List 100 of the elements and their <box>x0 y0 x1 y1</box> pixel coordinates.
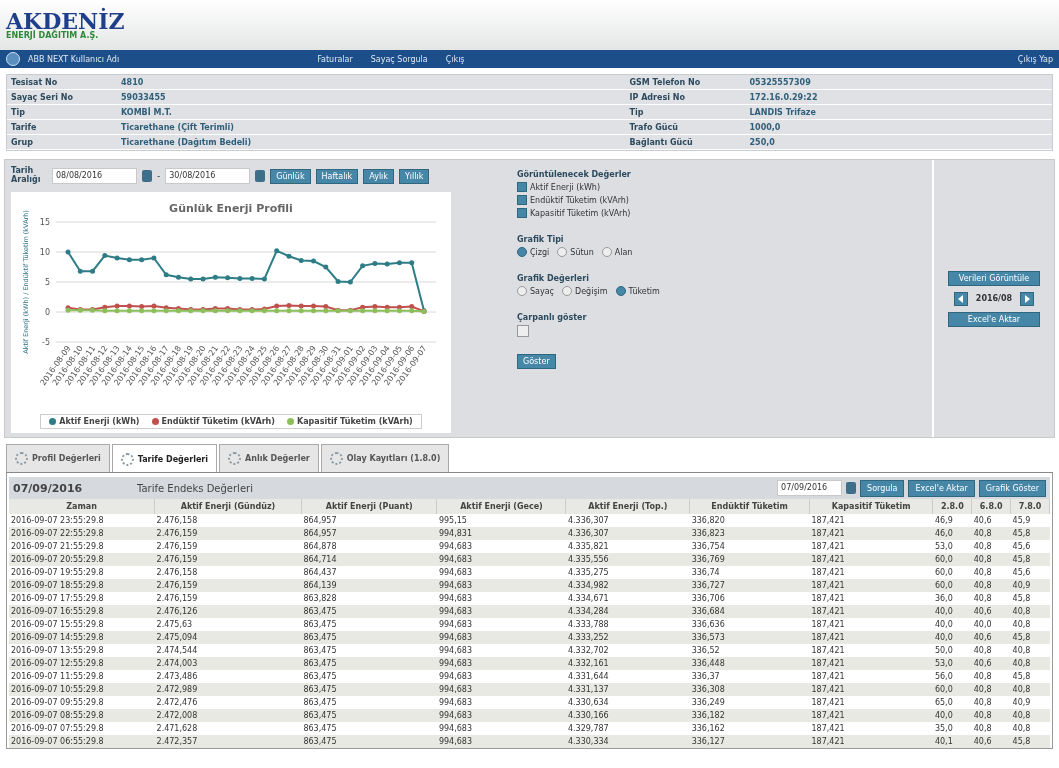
info-value: Ticarethane (Dağıtım Bedeli) <box>121 137 252 147</box>
period-button[interactable]: Yıllık <box>399 168 430 184</box>
table-cell: 994,831 <box>438 529 473 538</box>
date-field[interactable]: 07/09/2016 <box>777 480 843 496</box>
table-cell: 994,683 <box>438 646 473 655</box>
table-cell: 4.335,821 <box>567 542 609 551</box>
checkbox[interactable] <box>517 208 527 218</box>
checkbox[interactable] <box>517 182 527 192</box>
table-cell: 2016-09-07 22:55:29.8 <box>11 529 104 538</box>
radio-button[interactable] <box>601 247 612 257</box>
table-cell: 4.331,644 <box>567 672 609 681</box>
radio-button[interactable] <box>517 247 527 257</box>
next-button[interactable] <box>1020 291 1035 306</box>
table-cell: 336,754 <box>691 542 725 551</box>
nav-link[interactable]: Faturalar <box>317 54 353 64</box>
y-tick-label: 0 <box>44 308 50 317</box>
table-cell: 45,6 <box>1012 568 1031 577</box>
table-cell: 2.476,126 <box>156 607 198 616</box>
user-label: ABB NEXT Kullanıcı Adı <box>28 54 120 64</box>
table-cell: 4.332,161 <box>567 659 609 668</box>
date-range-label: Tarih Aralığı <box>11 167 42 185</box>
period-button[interactable]: Günlük <box>270 168 311 184</box>
table-cell: 40,8 <box>973 698 992 707</box>
date-field[interactable]: 08/08/2016 <box>52 168 137 184</box>
view-button[interactable]: Verileri Görüntüle <box>948 270 1040 286</box>
apply-button[interactable]: Göster <box>517 354 556 369</box>
table-cell: 40,8 <box>973 685 992 694</box>
table-cell: 994,683 <box>438 698 473 707</box>
tab[interactable]: Anlık Değerler <box>219 444 319 472</box>
table-cell: 994,683 <box>438 724 473 733</box>
table-cell: 863,475 <box>303 620 337 629</box>
radio-button[interactable] <box>517 286 527 296</box>
table-cell: 187,421 <box>811 594 845 603</box>
table-cell: 4.332,702 <box>567 646 609 655</box>
table-cell: 4.333,788 <box>567 620 609 629</box>
export-button[interactable]: Excel'e Aktar <box>948 311 1040 327</box>
table-cell: 40,8 <box>973 594 992 603</box>
radio-button[interactable] <box>557 247 568 257</box>
table-cell: 40,6 <box>973 633 992 642</box>
info-value: 59033455 <box>121 92 166 102</box>
section-heading: Çarpanlı göster <box>517 313 587 322</box>
y-tick-label: 15 <box>39 218 50 227</box>
checkbox[interactable] <box>517 195 527 205</box>
table-cell: 40,8 <box>973 568 992 577</box>
table-cell: 2016-09-07 16:55:29.8 <box>11 607 104 616</box>
table-cell: 60,0 <box>934 568 953 577</box>
table-cell: 45,9 <box>1012 516 1031 525</box>
option-label: Aktif Enerji (kWh) <box>530 182 600 192</box>
table-cell: 2.476,158 <box>156 568 198 577</box>
info-value: LANDIS Trifaze <box>749 107 816 117</box>
table-cell: 45,8 <box>1012 529 1031 538</box>
table-cell: 336,182 <box>691 711 725 720</box>
table-cell: 40,8 <box>1012 607 1031 616</box>
table-cell: 994,683 <box>438 581 473 590</box>
table-cell: 60,0 <box>934 685 953 694</box>
table-cell: 187,421 <box>811 581 845 590</box>
table-cell: 40,6 <box>973 607 992 616</box>
table-cell: 336,636 <box>691 620 725 629</box>
nav-link[interactable]: Sayaç Sorgula <box>370 54 428 64</box>
table-cell: 863,475 <box>303 672 337 681</box>
table-cell: 864,878 <box>303 542 337 551</box>
table-button[interactable]: Sorgula <box>860 479 905 497</box>
table-cell: 2016-09-07 15:55:29.8 <box>11 620 104 629</box>
option-label: Endüktif Tüketim (kVArh) <box>530 195 629 205</box>
table-cell: 336,52 <box>691 646 720 655</box>
info-value: 1000,0 <box>749 122 781 132</box>
table-cell: 40,6 <box>973 737 992 746</box>
tab[interactable]: Olay Kayıtları (1.8.0) <box>320 444 450 472</box>
checkbox[interactable] <box>517 325 529 337</box>
previous-button[interactable] <box>953 291 968 306</box>
table-cell: 40,8 <box>1012 685 1031 694</box>
info-label: Tarife <box>10 122 38 132</box>
table-cell: 863,475 <box>303 633 337 642</box>
tab[interactable]: Tarife Değerleri <box>111 444 217 472</box>
table-cell: 864,714 <box>303 555 337 564</box>
table-cell: 4.336,307 <box>567 516 609 525</box>
table-cell: 994,683 <box>438 685 473 694</box>
table-cell: 45,8 <box>1012 555 1031 564</box>
table-button[interactable]: Excel'e Aktar <box>908 479 975 497</box>
y-tick-label: -5 <box>42 338 50 347</box>
radio-button[interactable] <box>615 286 626 296</box>
table-cell: 187,421 <box>811 607 845 616</box>
table-cell: 40,8 <box>1012 620 1031 629</box>
table-cell: 863,475 <box>303 659 337 668</box>
table-cell: 863,475 <box>303 607 337 616</box>
radio-button[interactable] <box>562 286 572 296</box>
date-field[interactable]: 30/08/2016 <box>165 168 251 184</box>
nav-link[interactable]: Çıkış <box>445 54 465 64</box>
period-button[interactable]: Aylık <box>363 168 394 184</box>
table-cell: 40,9 <box>1012 698 1031 707</box>
info-label: Tip <box>628 107 645 117</box>
table-cell: 2.474,544 <box>156 646 198 655</box>
table-cell: 864,957 <box>303 516 337 525</box>
table-cell: 994,683 <box>438 633 473 642</box>
table-cell: 336,448 <box>691 659 725 668</box>
tab[interactable]: Profil Değerleri <box>6 444 110 472</box>
period-button[interactable]: Haftalık <box>315 168 359 184</box>
logout-link[interactable]: Çıkış Yap <box>1017 54 1053 64</box>
table-button[interactable]: Grafik Göster <box>978 479 1046 497</box>
table-cell: 2016-09-07 10:55:29.8 <box>11 685 104 694</box>
